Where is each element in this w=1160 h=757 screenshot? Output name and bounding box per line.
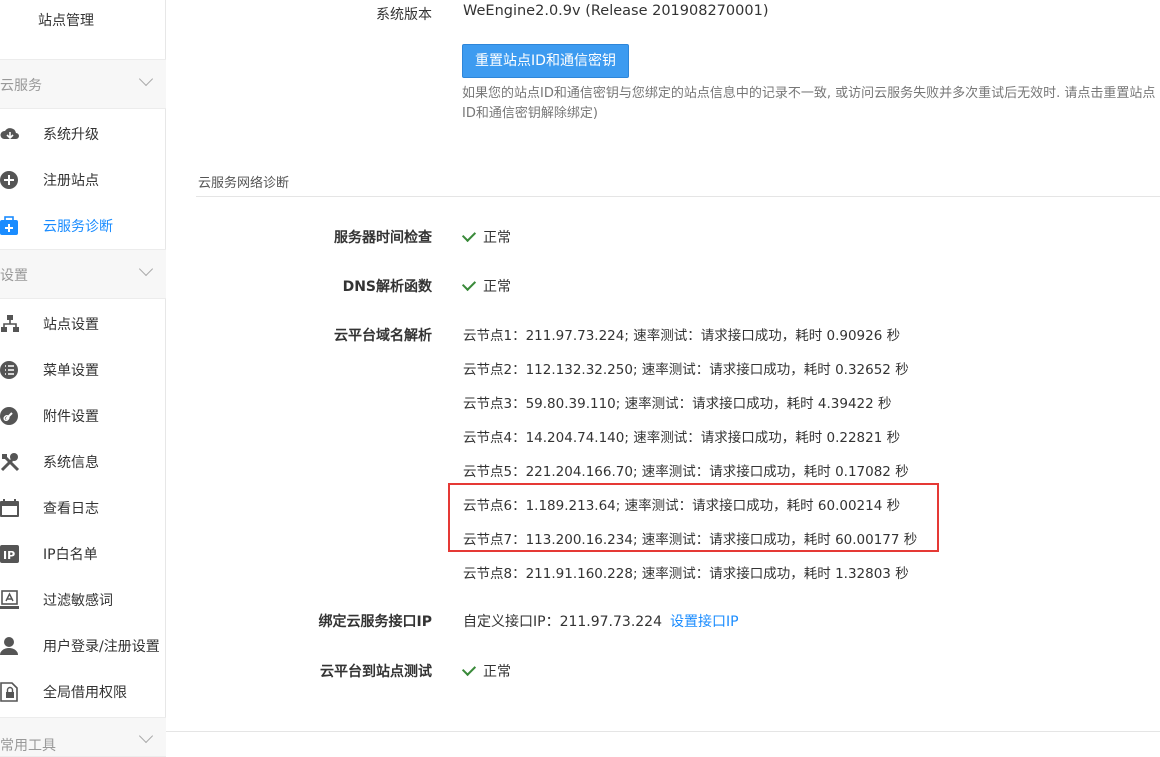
sidebar-item-system-upgrade[interactable]: 系统升级 xyxy=(0,110,166,156)
cloud-node-row: 云节点2：112.132.32.250; 速率测试：请求接口成功，耗时 0.32… xyxy=(463,362,909,378)
sidebar-group-settings[interactable]: 设置 xyxy=(0,249,166,299)
sidebar-item-site-settings[interactable]: 站点设置 xyxy=(0,300,166,346)
sidebar-item-site-management[interactable]: 站点管理 xyxy=(0,0,166,60)
cloud-node-row: 云节点5：221.204.166.70; 速率测试：请求接口成功，耗时 0.17… xyxy=(463,464,909,480)
medkit-icon xyxy=(0,216,18,235)
sidebar-item-menu-settings[interactable]: 菜单设置 xyxy=(0,346,166,392)
divider xyxy=(196,196,1160,197)
bind-ip-value: 自定义接口IP：211.97.73.224 xyxy=(463,614,662,630)
filter-icon xyxy=(0,590,19,609)
chevron-down-icon xyxy=(138,261,154,277)
sitemap-icon xyxy=(1,315,19,332)
sidebar-group-label: 云服务 xyxy=(0,78,42,94)
sidebar-item-label: 附件设置 xyxy=(43,409,99,425)
sidebar: 站点管理 云服务 系统升级 注册站点 云服务诊断 设置 站点设置 菜单设置 附件… xyxy=(0,0,166,757)
sidebar-item-label: 用户登录/注册设置 xyxy=(43,639,160,655)
sidebar-group-label: 设置 xyxy=(0,268,28,284)
sidebar-item-label: 云服务诊断 xyxy=(43,219,113,235)
link-icon xyxy=(0,407,18,425)
lock-file-icon xyxy=(0,682,18,702)
sidebar-item-system-info[interactable]: 系统信息 xyxy=(0,438,166,484)
sidebar-group-label: 常用工具 xyxy=(0,738,56,754)
sidebar-item-label: 菜单设置 xyxy=(43,363,99,379)
user-icon xyxy=(0,637,18,655)
site-test-label: 云平台到站点测试 xyxy=(320,664,432,680)
sidebar-item-global-permissions[interactable]: 全局借用权限 xyxy=(0,668,166,714)
sidebar-item-label: 查看日志 xyxy=(43,501,99,517)
chevron-down-icon xyxy=(138,728,154,744)
cloud-node-row: 云节点1：211.97.73.224; 速率测试：请求接口成功，耗时 0.909… xyxy=(463,328,901,344)
version-label: 系统版本 xyxy=(376,7,432,23)
sidebar-item-label: 全局借用权限 xyxy=(43,685,127,701)
sidebar-item-user-login-settings[interactable]: 用户登录/注册设置 xyxy=(0,622,166,668)
sidebar-item-label: 站点管理 xyxy=(38,13,94,29)
sidebar-item-attachment-settings[interactable]: 附件设置 xyxy=(0,392,166,438)
status-text: 正常 xyxy=(483,230,511,246)
reset-hint: 如果您的站点ID和通信密钥与您绑定的站点信息中的记录不一致, 或访问云服务失败并… xyxy=(462,86,1156,121)
cloud-node-row: 云节点4：14.204.74.140; 速率测试：请求接口成功，耗时 0.228… xyxy=(463,430,901,446)
time-check-status: 正常 xyxy=(461,227,511,247)
cloud-node-row: 云节点8：211.91.160.228; 速率测试：请求接口成功，耗时 1.32… xyxy=(463,566,909,582)
sidebar-item-label: 站点设置 xyxy=(43,317,99,333)
check-icon xyxy=(461,661,477,677)
sidebar-item-cloud-diagnosis[interactable]: 云服务诊断 xyxy=(0,202,166,248)
divider xyxy=(166,731,1160,732)
dns-label: DNS解析函数 xyxy=(342,279,432,295)
time-check-label: 服务器时间检查 xyxy=(334,230,432,246)
sidebar-item-label: 注册站点 xyxy=(43,173,99,189)
status-text: 正常 xyxy=(483,664,511,680)
ip-icon: IP xyxy=(0,545,19,563)
set-ip-link[interactable]: 设置接口IP xyxy=(670,614,739,630)
cloud-node-row: 云节点3：59.80.39.110; 速率测试：请求接口成功，耗时 4.3942… xyxy=(463,396,892,412)
calendar-icon xyxy=(0,499,19,517)
dns-status: 正常 xyxy=(461,276,511,296)
plus-circle-icon xyxy=(0,171,18,189)
bind-ip-label: 绑定云服务接口IP xyxy=(318,614,432,630)
sidebar-group-cloud[interactable]: 云服务 xyxy=(0,59,166,109)
domain-resolution-label: 云平台域名解析 xyxy=(334,328,432,344)
sidebar-item-register-site[interactable]: 注册站点 xyxy=(0,156,166,202)
section-title: 云服务网络诊断 xyxy=(198,176,290,191)
status-text: 正常 xyxy=(483,279,511,295)
check-icon xyxy=(461,227,477,243)
version-value: WeEngine2.0.9v (Release 201908270001) xyxy=(463,3,769,19)
sidebar-item-label: 系统信息 xyxy=(43,455,99,471)
bind-ip-row: 自定义接口IP：211.97.73.224 设置接口IP xyxy=(463,611,739,631)
sidebar-item-sensitive-word-filter[interactable]: 过滤敏感词 xyxy=(0,576,166,622)
sidebar-item-view-logs[interactable]: 查看日志 xyxy=(0,484,166,530)
sidebar-item-ip-whitelist[interactable]: IP IP白名单 xyxy=(0,530,166,576)
chevron-down-icon xyxy=(138,71,154,87)
main-content: 系统版本 WeEngine2.0.9v (Release 20190827000… xyxy=(166,0,1160,748)
sidebar-item-label: IP白名单 xyxy=(43,547,98,563)
reset-site-id-button[interactable]: 重置站点ID和通信密钥 xyxy=(462,44,629,78)
check-icon xyxy=(461,276,477,292)
sidebar-item-label: 系统升级 xyxy=(43,127,99,143)
tools-icon xyxy=(0,453,20,472)
sidebar-group-tools[interactable]: 常用工具 xyxy=(0,717,166,757)
cloud-download-icon xyxy=(0,128,19,140)
svg-text:IP: IP xyxy=(3,549,15,562)
sidebar-item-label: 过滤敏感词 xyxy=(43,593,113,609)
list-icon xyxy=(0,361,18,379)
highlight-box xyxy=(448,483,939,552)
site-test-status: 正常 xyxy=(461,661,511,681)
